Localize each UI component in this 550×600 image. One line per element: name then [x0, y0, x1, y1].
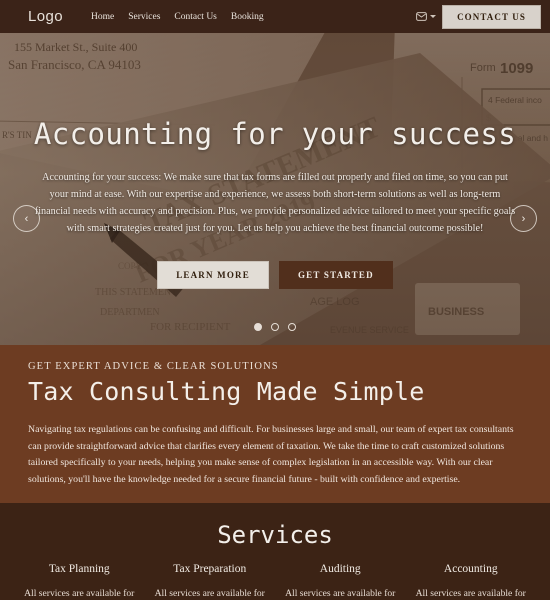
carousel-dot-1[interactable] — [254, 323, 262, 331]
section-description: Navigating tax regulations can be confus… — [28, 424, 514, 485]
services-title: Services — [217, 521, 333, 549]
carousel-next-button[interactable]: › — [510, 205, 537, 232]
hero-description: Accounting for your success: We make sur… — [34, 172, 516, 234]
service-card-accounting[interactable]: Accounting All services are available fo… — [410, 563, 533, 600]
section-title: Tax Consulting Made Simple — [28, 377, 425, 406]
language-mail-dropdown[interactable] — [416, 8, 437, 26]
service-description: All services are available for you at th… — [285, 588, 396, 599]
landing-page: Logo Home Services Contact Us Booking CO… — [0, 0, 550, 600]
hero-content: Accounting for your success Accounting f… — [0, 33, 550, 345]
envelope-icon — [416, 8, 427, 26]
header-actions: CONTACT US — [416, 4, 541, 29]
service-name: Tax Preparation — [173, 563, 247, 575]
main-nav: Home Services Contact Us Booking — [91, 12, 264, 22]
hero-title: Accounting for your success — [33, 117, 517, 151]
hero-buttons: LEARN MORE GET STARTED — [157, 261, 393, 289]
service-card-tax-planning[interactable]: Tax Planning All services are available … — [18, 563, 141, 600]
services-section: Services Tax Planning All services are a… — [0, 502, 550, 600]
nav-item-home[interactable]: Home — [91, 12, 114, 22]
service-description: All services are available for you at th… — [154, 588, 265, 599]
service-description: All services are available for you at th… — [24, 588, 135, 599]
site-header: Logo Home Services Contact Us Booking CO… — [0, 0, 550, 33]
logo[interactable]: Logo — [28, 8, 63, 25]
service-card-auditing[interactable]: Auditing All services are available for … — [279, 563, 402, 600]
services-grid: Tax Planning All services are available … — [0, 563, 550, 600]
carousel-prev-button[interactable]: ‹ — [13, 205, 40, 232]
tax-consulting-section: GET EXPERT ADVICE & CLEAR SOLUTIONS Tax … — [0, 345, 550, 502]
carousel-dots — [0, 323, 550, 331]
chevron-down-icon — [430, 15, 437, 18]
carousel-dot-2[interactable] — [271, 323, 279, 331]
service-name: Tax Planning — [48, 563, 110, 575]
contact-us-button[interactable]: CONTACT US — [442, 4, 541, 29]
carousel-dot-3[interactable] — [288, 323, 296, 331]
tax-consulting-inner: GET EXPERT ADVICE & CLEAR SOLUTIONS Tax … — [0, 345, 550, 488]
service-description: All services are available for you at th… — [415, 588, 526, 599]
nav-item-booking[interactable]: Booking — [231, 12, 264, 22]
get-started-button[interactable]: GET STARTED — [278, 261, 393, 289]
service-name: Auditing — [319, 563, 361, 575]
nav-item-contact-us[interactable]: Contact Us — [174, 12, 216, 22]
hero-carousel: 155 Market St., Suite 400 San Francisco,… — [0, 33, 550, 345]
service-name: Accounting — [443, 563, 498, 575]
nav-item-services[interactable]: Services — [128, 12, 160, 22]
learn-more-button[interactable]: LEARN MORE — [157, 261, 269, 289]
section-eyebrow: GET EXPERT ADVICE & CLEAR SOLUTIONS — [28, 361, 279, 372]
service-card-tax-preparation[interactable]: Tax Preparation All services are availab… — [149, 563, 272, 600]
